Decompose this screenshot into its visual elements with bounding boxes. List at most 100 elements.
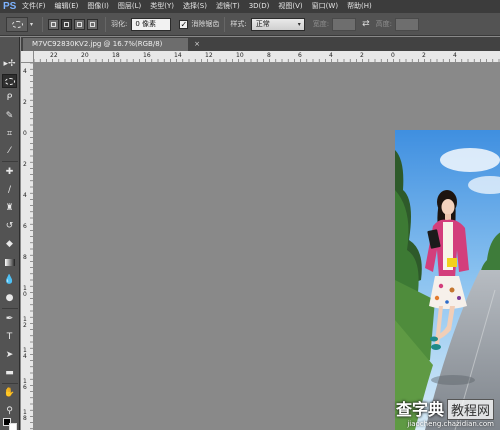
history-brush-tool-icon[interactable]: ↺ (2, 219, 17, 233)
ruler-label: 0 (23, 291, 27, 298)
divider (105, 16, 107, 32)
path-selection-tool-icon[interactable]: ➤ (2, 348, 17, 362)
ruler-label: 6 (23, 223, 27, 230)
ruler-label: 4 (23, 192, 27, 199)
tool-preset-picker[interactable] (6, 16, 28, 32)
width-input[interactable] (332, 17, 357, 31)
swap-icon[interactable]: ⇄ (362, 19, 370, 29)
menu-filter[interactable]: 滤镜(T) (216, 0, 240, 13)
pen-tool-icon[interactable]: ✒ (2, 312, 17, 326)
divider (2, 308, 18, 309)
vertical-ruler[interactable]: 42024681012141618 (21, 63, 34, 430)
eraser-tool-icon[interactable]: ◆ (2, 237, 17, 251)
ruler-label: 2 (422, 52, 426, 59)
clone-stamp-tool-icon[interactable]: ♜ (2, 201, 17, 215)
gradient-tool-icon[interactable] (2, 255, 17, 269)
elliptical-marquee-icon (11, 20, 23, 28)
photo-girl-walking (395, 130, 500, 430)
ruler-label: 22 (50, 52, 58, 59)
menu-view[interactable]: 视图(V) (278, 0, 302, 13)
ruler-label: 16 (143, 52, 151, 59)
ruler-label: 12 (205, 52, 213, 59)
document-tab[interactable]: M7VC92830KV2.jpg @ 16.7%(RGB/8) × (23, 38, 200, 51)
document-tab-bar: M7VC92830KV2.jpg @ 16.7%(RGB/8) × (21, 37, 500, 51)
chevron-down-icon: ▾ (297, 20, 301, 28)
photoshop-window: PS 文件(F) 编辑(E) 图像(I) 图层(L) 类型(Y) 选择(S) 滤… (0, 0, 500, 430)
vertical-ruler-ticks: 42024681012141618 (23, 63, 33, 430)
ruler-label: 8 (23, 254, 27, 261)
divider (224, 16, 226, 32)
shape-tool-icon[interactable]: ▬ (2, 366, 17, 380)
feather-label: 羽化: (111, 20, 128, 28)
add-selection-button[interactable] (61, 18, 73, 30)
quick-selection-tool-icon[interactable]: ✎ (2, 109, 17, 123)
eyedropper-tool-icon[interactable]: ⁄ (2, 144, 17, 158)
menu-bar: PS 文件(F) 编辑(E) 图像(I) 图层(L) 类型(Y) 选择(S) 滤… (0, 0, 500, 13)
menu-layer[interactable]: 图层(L) (118, 0, 141, 13)
ruler-label: 4 (23, 353, 27, 360)
horizontal-ruler[interactable]: 22 20 18 16 14 12 10 8 6 4 2 0 2 4 (34, 51, 500, 63)
toolbox: ▸✢ ᑭ ✎ ⌗ ⁄ ✚ ∕ ♜ ↺ ◆ 💧 ● ✒ T ➤ ▬ ✋ ⚲ (0, 37, 20, 430)
width-label: 宽度: (312, 20, 330, 28)
elliptical-marquee-tool-icon[interactable] (2, 74, 17, 88)
watermark: 查字典 教程网 jiaocheng.chazidian.com (396, 396, 494, 428)
ruler-corner[interactable] (21, 51, 34, 63)
divider (42, 16, 44, 32)
dodge-tool-icon[interactable]: ● (2, 291, 17, 305)
brush-tool-icon[interactable]: ∕ (2, 183, 17, 197)
ruler-label: 4 (453, 52, 457, 59)
menu-3d[interactable]: 3D(D) (249, 0, 270, 13)
feather-input[interactable]: 0 像素 (131, 17, 172, 31)
menu-edit[interactable]: 编辑(E) (55, 0, 79, 13)
watermark-box-text: 教程网 (446, 399, 494, 420)
close-icon[interactable]: × (194, 38, 200, 51)
type-tool-icon[interactable]: T (2, 330, 17, 344)
style-select[interactable]: 正常 ▾ (250, 17, 305, 31)
ruler-label: 4 (329, 52, 333, 59)
intersect-selection-button[interactable] (87, 18, 99, 30)
style-label: 样式: (230, 20, 247, 28)
height-input[interactable] (395, 17, 419, 31)
ruler-label: 4 (23, 68, 27, 75)
height-label: 高度: (375, 20, 392, 28)
menu-file[interactable]: 文件(F) (22, 0, 46, 13)
ruler-label: 2 (360, 52, 364, 59)
antialias-checkbox[interactable]: ✓ (179, 19, 189, 29)
ruler-label: 14 (174, 52, 182, 59)
ruler-label: 2 (23, 322, 27, 329)
divider (2, 161, 18, 162)
background-color-swatch[interactable] (9, 423, 17, 430)
healing-brush-tool-icon[interactable]: ✚ (2, 165, 17, 179)
blur-tool-icon[interactable]: 💧 (2, 273, 17, 287)
ruler-label: 0 (23, 130, 27, 137)
options-bar: ▾ 羽化: 0 像素 ✓ 消除锯齿 样式: 正常 ▾ 宽度: ⇄ 高度: (0, 13, 500, 36)
zoom-tool-icon[interactable]: ⚲ (2, 404, 17, 418)
ruler-label: 8 (23, 415, 27, 422)
ruler-label: 2 (23, 161, 27, 168)
watermark-main-text: 查字典 (395, 400, 444, 419)
new-selection-button[interactable] (48, 18, 60, 30)
ruler-label: 0 (391, 52, 395, 59)
canvas-area[interactable]: 查字典 教程网 jiaocheng.chazidian.com (34, 64, 500, 430)
watermark-main: 查字典 教程网 (396, 396, 494, 420)
menu-type[interactable]: 类型(Y) (150, 0, 174, 13)
ruler-label: 6 (23, 384, 27, 391)
ps-logo: PS (3, 1, 17, 12)
menu-window[interactable]: 窗口(W) (312, 0, 338, 13)
lasso-tool-icon[interactable]: ᑭ (2, 91, 17, 105)
move-tool-icon[interactable]: ▸✢ (2, 57, 17, 71)
ruler-label: 6 (298, 52, 302, 59)
style-select-value: 正常 (255, 19, 270, 28)
chevron-down-icon[interactable]: ▾ (30, 21, 33, 28)
hand-tool-icon[interactable]: ✋ (2, 386, 17, 400)
ruler-label: 20 (81, 52, 89, 59)
subtract-selection-button[interactable] (74, 18, 86, 30)
antialias-label: 消除锯齿 (191, 20, 220, 28)
crop-tool-icon[interactable]: ⌗ (2, 127, 17, 141)
divider (2, 383, 18, 384)
menu-select[interactable]: 选择(S) (183, 0, 207, 13)
document-photo[interactable] (395, 130, 500, 430)
menu-image[interactable]: 图像(I) (87, 0, 109, 13)
menu-help[interactable]: 帮助(H) (347, 0, 372, 13)
watermark-url: jiaocheng.chazidian.com (407, 420, 494, 428)
